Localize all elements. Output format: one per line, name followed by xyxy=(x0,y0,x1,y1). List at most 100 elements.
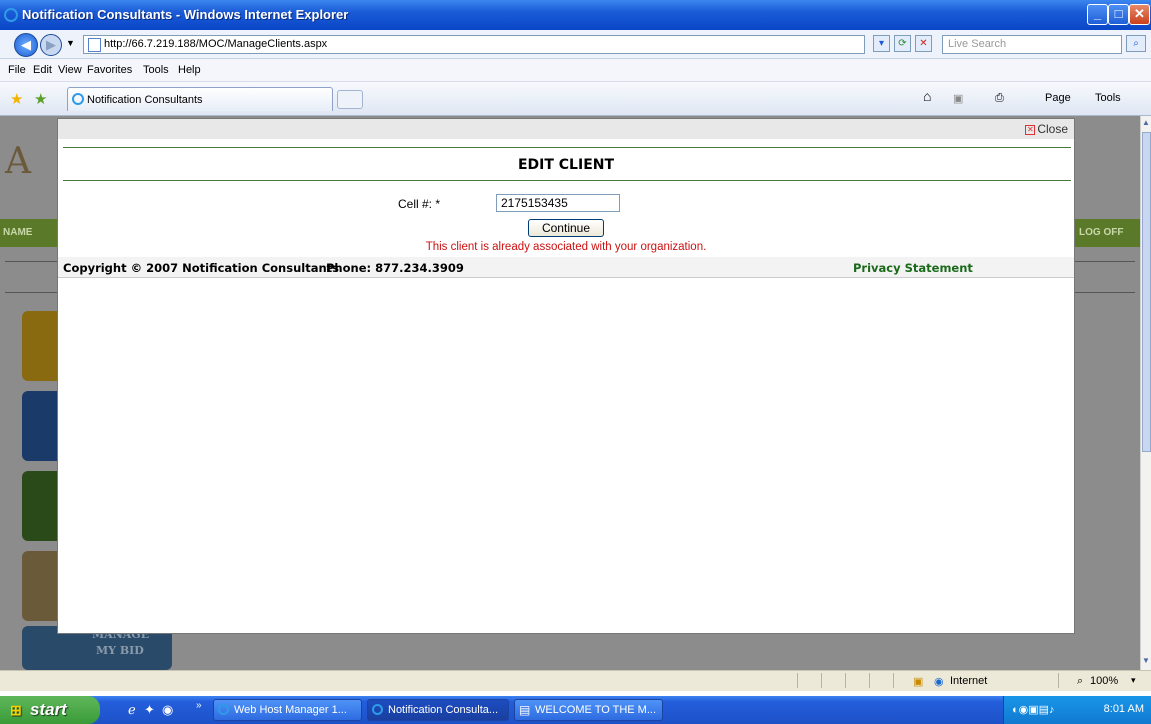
search-placeholder: Live Search xyxy=(948,38,1007,50)
search-icon[interactable]: ⌕ xyxy=(1126,35,1146,52)
favorites-star-icon[interactable]: ★ xyxy=(10,90,23,108)
continue-button[interactable]: Continue xyxy=(528,219,604,237)
page-menu[interactable]: Page xyxy=(1045,92,1071,104)
status-divider xyxy=(797,673,798,688)
new-tab-button[interactable] xyxy=(337,90,363,109)
tab-bar: ★ ★ Notification Consultants ⌂ ▣ ⎙ Page … xyxy=(0,82,1151,116)
window-title: Notification Consultants - Windows Inter… xyxy=(22,7,349,22)
windows-logo-icon: ⊞ xyxy=(10,702,22,718)
back-button[interactable]: ◀ xyxy=(14,33,38,57)
cell-number-input[interactable] xyxy=(496,194,620,212)
tab-ie-icon xyxy=(72,93,84,105)
phone-text: Phone: 877.234.3909 xyxy=(326,261,464,275)
taskbar-item-notification-consultants[interactable]: Notification Consulta... xyxy=(367,699,509,721)
ie-logo-icon xyxy=(4,8,18,22)
stop-button[interactable]: ✕ xyxy=(915,35,932,52)
menu-help[interactable]: Help xyxy=(178,64,201,76)
taskbar-item-welcome[interactable]: ▤ WELCOME TO THE M... xyxy=(514,699,663,721)
background-logoff-label: LOG OFF xyxy=(1079,227,1124,238)
dialog-footer: Copyright © 2007 Notification Consultant… xyxy=(58,257,1074,278)
start-label: start xyxy=(30,700,67,719)
bg-tile-group xyxy=(22,471,62,541)
bg-tile-label: MY BID xyxy=(96,644,144,657)
address-dropdown-button[interactable]: ▾ xyxy=(873,35,890,52)
menu-favorites[interactable]: Favorites xyxy=(87,64,132,76)
bg-tile-messages xyxy=(22,311,62,381)
quicklaunch-ie-icon[interactable]: ℯ xyxy=(128,702,136,718)
error-message: This client is already associated with y… xyxy=(425,241,707,253)
recent-pages-dropdown-icon[interactable]: ▼ xyxy=(66,38,75,48)
windows-taskbar: ⊞ start ℯ ✦ ◉ » Web Host Manager 1... No… xyxy=(0,696,1151,724)
tab-notification-consultants[interactable]: Notification Consultants xyxy=(67,87,333,111)
status-divider xyxy=(1058,673,1059,688)
dialog-title: EDIT CLIENT xyxy=(517,157,615,173)
quicklaunch-icon[interactable]: ◉ xyxy=(162,702,173,718)
globe-icon: ◉ xyxy=(934,676,944,688)
add-favorites-icon[interactable]: ★ xyxy=(34,90,47,108)
address-url: http://66.7.219.188/MOC/ManageClients.as… xyxy=(104,38,328,50)
clock[interactable]: 8:01 AM xyxy=(1104,703,1144,715)
background-nav-bar: NAME xyxy=(0,219,57,247)
taskbar-item-label: Notification Consulta... xyxy=(388,704,499,716)
copyright-text: Copyright © 2007 Notification Consultant… xyxy=(63,261,339,275)
protected-mode-icon: ▣ xyxy=(913,676,924,688)
scroll-up-icon[interactable]: ▲ xyxy=(1142,118,1150,127)
search-input[interactable]: Live Search xyxy=(942,35,1122,54)
status-divider xyxy=(893,673,894,688)
system-tray: ◐◉▣▤♪ 8:01 AM xyxy=(1003,696,1151,724)
bg-tile-clients xyxy=(22,391,62,461)
print-icon[interactable]: ⎙ xyxy=(995,92,1004,105)
refresh-button[interactable]: ⟳ xyxy=(894,35,911,52)
bg-logo-icon: A xyxy=(5,141,31,182)
close-icon: ✕ xyxy=(1025,125,1036,135)
scrollbar-thumb[interactable] xyxy=(1142,132,1151,452)
background-nav-label: NAME xyxy=(3,227,33,238)
status-divider xyxy=(869,673,870,688)
taskbar-item-web-host-manager[interactable]: Web Host Manager 1... xyxy=(213,699,362,721)
menu-file[interactable]: File xyxy=(8,64,26,76)
address-toolbar: ◀ ▶ ▼ http://66.7.219.188/MOC/ManageClie… xyxy=(0,30,1151,59)
menu-tools[interactable]: Tools xyxy=(143,64,169,76)
close-window-button[interactable]: ✕ xyxy=(1129,4,1150,25)
taskbar-item-label: WELCOME TO THE M... xyxy=(535,704,657,716)
status-bar: ▣ ◉ Internet ⌕ 100% ▾ xyxy=(0,670,1151,691)
security-zone[interactable]: Internet xyxy=(950,675,987,687)
privacy-link[interactable]: Privacy Statement xyxy=(853,261,973,275)
taskbar-ie-icon xyxy=(218,704,229,715)
menu-bar: File Edit View Favorites Tools Help xyxy=(0,59,1151,82)
header-divider xyxy=(63,147,1071,148)
home-icon[interactable]: ⌂ xyxy=(923,88,931,104)
feeds-icon[interactable]: ▣ xyxy=(953,92,963,105)
taskbar-ie-icon xyxy=(372,704,383,715)
scroll-down-icon[interactable]: ▼ xyxy=(1142,656,1150,665)
taskbar-item-label: Web Host Manager 1... xyxy=(234,704,347,716)
status-divider xyxy=(845,673,846,688)
tools-menu[interactable]: Tools xyxy=(1095,92,1121,104)
maximize-button[interactable]: □ xyxy=(1108,4,1129,25)
edit-client-dialog: ✕Close EDIT CLIENT Cell #: * Continue Th… xyxy=(57,118,1075,634)
zoom-dropdown-icon[interactable]: ▾ xyxy=(1131,675,1136,686)
quicklaunch-icon[interactable]: ✦ xyxy=(144,702,155,718)
address-field[interactable]: http://66.7.219.188/MOC/ManageClients.as… xyxy=(83,35,865,54)
menu-edit[interactable]: Edit xyxy=(33,64,52,76)
tray-icons[interactable]: ◐◉▣▤♪ xyxy=(1012,703,1055,716)
dialog-header: ✕ Close xyxy=(58,119,1074,139)
dialog-close-button[interactable]: ✕ Close xyxy=(1025,122,1068,136)
title-divider xyxy=(63,180,1071,181)
bg-tile-docs xyxy=(22,551,62,621)
quicklaunch-overflow-icon[interactable]: » xyxy=(196,700,202,711)
zoom-level[interactable]: 100% xyxy=(1090,675,1118,687)
zoom-icon: ⌕ xyxy=(1077,675,1084,687)
close-label: Close xyxy=(1037,122,1068,136)
vertical-scrollbar[interactable]: ▲ ▼ xyxy=(1140,116,1151,670)
bg-divider xyxy=(5,261,57,262)
bg-divider xyxy=(1075,261,1135,262)
menu-view[interactable]: View xyxy=(58,64,82,76)
background-logoff-bar: LOG OFF xyxy=(1075,219,1140,247)
forward-button[interactable]: ▶ xyxy=(40,34,62,56)
start-button[interactable]: ⊞ start xyxy=(0,696,100,724)
minimize-button[interactable]: _ xyxy=(1087,4,1108,25)
cell-number-label: Cell #: * xyxy=(398,197,441,211)
window-title-bar[interactable]: Notification Consultants - Windows Inter… xyxy=(0,0,1151,30)
status-divider xyxy=(821,673,822,688)
